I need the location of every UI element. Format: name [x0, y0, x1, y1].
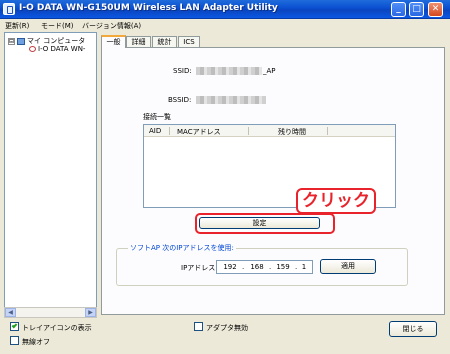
ssid-label: SSID:: [173, 67, 192, 75]
column-mac-address[interactable]: MACアドレス: [177, 127, 221, 137]
app-icon: [3, 3, 15, 15]
ip-address-input[interactable]: 192 . 168 . 159 . 1: [216, 260, 313, 274]
menu-refresh[interactable]: 更新(R): [5, 21, 29, 31]
apply-button[interactable]: 適用: [320, 259, 376, 274]
device-tree: ⊟ マイ コンピュータ I-O DATA WN-: [4, 32, 97, 317]
adapter-disable-checkbox[interactable]: [194, 322, 203, 331]
checkmark-icon: [11, 322, 18, 329]
column-remaining-time[interactable]: 残り時間: [278, 127, 306, 137]
ssid-suffix: _AP: [263, 67, 276, 75]
tray-icon-label: トレイアイコンの表示: [22, 324, 92, 332]
tab-details[interactable]: 詳細: [126, 36, 151, 47]
tree-child-label: I-O DATA WN-: [38, 45, 86, 53]
scroll-right-arrow-icon[interactable]: ▶: [85, 308, 96, 317]
tray-icon-checkbox[interactable]: [10, 322, 19, 331]
computer-icon: [17, 37, 25, 45]
tree-root-label: マイ コンピュータ: [27, 37, 86, 45]
column-aid[interactable]: AID: [149, 127, 161, 135]
menu-mode[interactable]: モード(M): [41, 21, 74, 31]
scroll-left-arrow-icon[interactable]: ◀: [5, 308, 16, 317]
click-highlight-frame: [195, 213, 335, 234]
tree-item-adapter[interactable]: I-O DATA WN-: [29, 45, 85, 53]
tree-horizontal-scrollbar[interactable]: ◀ ▶: [4, 307, 97, 318]
tab-general[interactable]: 一般: [101, 35, 126, 48]
ip-octet-1[interactable]: 192: [221, 261, 239, 273]
app-window: I-O DATA WN-G150UM Wireless LAN Adapter …: [0, 0, 450, 354]
title-bar[interactable]: I-O DATA WN-G150UM Wireless LAN Adapter …: [0, 0, 450, 19]
ip-octet-3[interactable]: 159: [274, 261, 292, 273]
close-window-button[interactable]: ✕: [428, 2, 443, 17]
ip-address-label: IPアドレス:: [181, 264, 218, 272]
ssid-redacted: [196, 67, 262, 75]
bssid-label: BSSID:: [168, 96, 192, 104]
ip-octet-4[interactable]: 1: [296, 261, 312, 273]
column-divider: [169, 127, 170, 135]
connection-list-title: 接続一覧: [143, 113, 171, 121]
column-divider: [248, 127, 249, 135]
minimize-button[interactable]: _: [391, 2, 406, 17]
column-divider: [327, 127, 328, 135]
click-callout: クリック: [296, 188, 376, 214]
tab-statistics[interactable]: 統計: [152, 36, 177, 47]
menu-version-info[interactable]: バージョン情報(A): [82, 21, 141, 31]
ip-octet-2[interactable]: 168: [248, 261, 266, 273]
radio-off-checkbox[interactable]: [10, 336, 19, 345]
bssid-redacted: [196, 96, 266, 104]
adapter-disable-label: アダプタ無効: [206, 324, 248, 332]
window-title: I-O DATA WN-G150UM Wireless LAN Adapter …: [19, 3, 278, 13]
tab-ics[interactable]: ICS: [178, 36, 200, 47]
menu-bar: 更新(R) モード(M) バージョン情報(A): [0, 19, 450, 32]
softap-group-title: ソフトAP 次のIPアドレスを使用:: [128, 243, 236, 253]
radio-off-label: 無線オフ: [22, 338, 50, 346]
close-button[interactable]: 閉じる: [389, 321, 437, 337]
collapse-icon[interactable]: ⊟: [8, 37, 15, 45]
connection-list-header: AID MACアドレス 残り時間: [144, 125, 395, 137]
wireless-adapter-icon: [29, 46, 36, 52]
maximize-button[interactable]: □: [409, 2, 424, 17]
